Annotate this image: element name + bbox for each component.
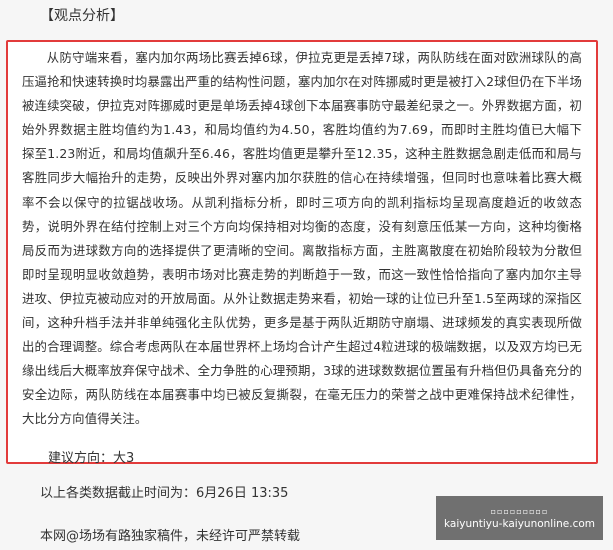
analysis-paragraph: 从防守端来看，塞内加尔两场比赛丢掉6球，伊拉克更是丢掉7球，两队防线在面对欧洲球…	[22, 50, 582, 427]
watermark-top-text: ▫▫▫▫▫▫▫▫▫	[490, 507, 549, 516]
watermark-domain: kaiyuntiyu-kaiyunonline.com	[443, 518, 596, 530]
copyright-notice: 本网@场场有路独家稿件，未经许可严禁转载	[40, 529, 301, 544]
suggestion-line: 建议方向：大3	[48, 450, 135, 466]
data-cutoff-time: 以上各类数据截止时间为：6月26日 13:35	[40, 486, 289, 501]
analysis-card: 从防守端来看，塞内加尔两场比赛丢掉6球，伊拉克更是丢掉7球，两队防线在面对欧洲球…	[6, 40, 598, 466]
section-heading: 【观点分析】	[40, 8, 124, 24]
site-watermark: ▫▫▫▫▫▫▫▫▫ kaiyuntiyu-kaiyunonline.com	[436, 496, 603, 540]
